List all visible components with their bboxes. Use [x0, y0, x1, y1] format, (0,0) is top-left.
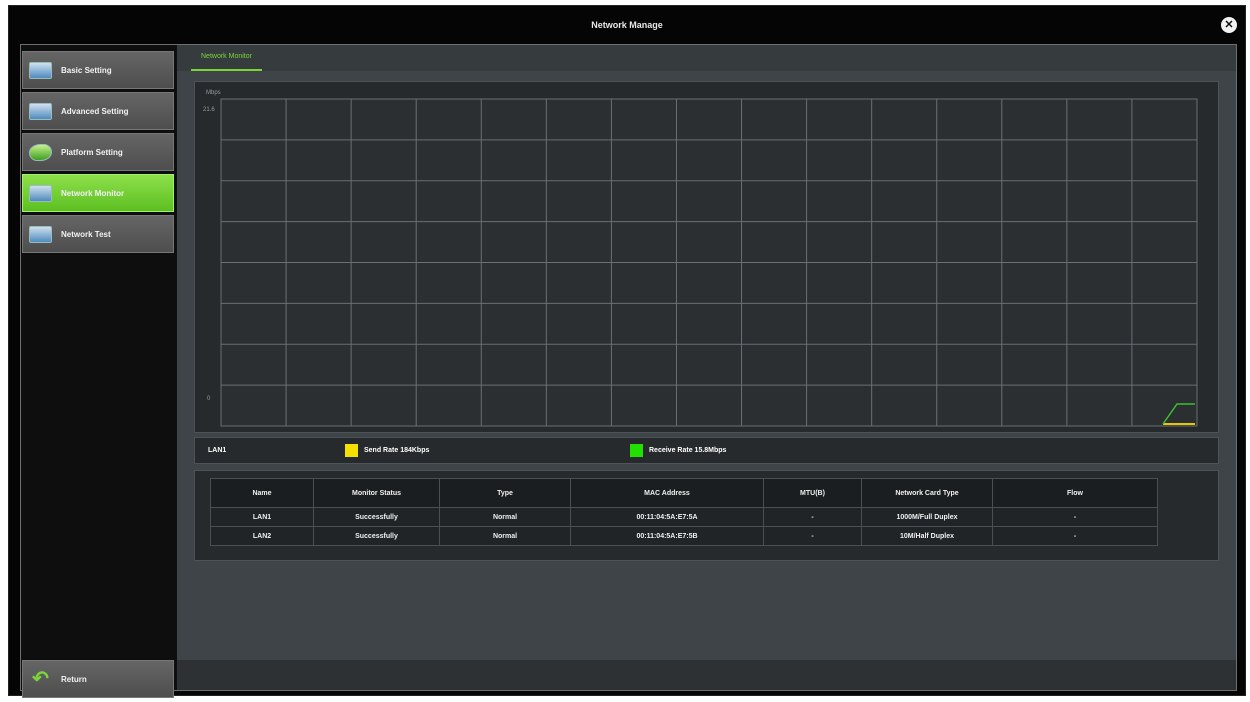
col-header-monitor-status: Monitor Status: [313, 478, 440, 508]
send-rate-label: Send Rate: [364, 447, 399, 454]
chart-svg: Mbps 21.6 0: [203, 90, 1198, 427]
receive-rate-value: 15.8Mbps: [694, 447, 727, 454]
send-rate-value: 184Kbps: [400, 447, 430, 454]
sidebar-item-label: Basic Setting: [61, 65, 112, 75]
sidebar-item-advanced-setting[interactable]: Advanced Setting: [22, 92, 174, 130]
col-header-name: Name: [210, 478, 314, 508]
cell-type: Normal: [439, 507, 571, 527]
sidebar-item-label: Network Test: [61, 229, 111, 239]
table-row[interactable]: LAN2 Successfully Normal 00:11:04:5A:E7:…: [210, 526, 1158, 546]
y-tick-label-min: 0: [207, 396, 211, 402]
content-area: Basic Setting Advanced Setting Platform …: [20, 44, 1237, 698]
chart-legend: LAN1 Send Rate 184Kbps Receive Rate 15.8…: [194, 437, 1219, 464]
bandwidth-chart: Mbps 21.6 0: [194, 81, 1219, 433]
cell-name: LAN1: [210, 507, 314, 527]
send-rate-swatch: [345, 444, 358, 457]
window-title: Network Manage: [591, 20, 663, 30]
cell-name: LAN2: [210, 526, 314, 546]
network-basic-icon: [29, 61, 52, 79]
cell-network-card-type: 10M/Half Duplex: [861, 526, 993, 546]
network-test-icon: [29, 225, 52, 243]
network-status-panel: Name Monitor Status Type MAC Address MTU…: [194, 470, 1219, 561]
return-button[interactable]: ↶ Return: [22, 660, 174, 698]
table-header-row: Name Monitor Status Type MAC Address MTU…: [210, 478, 1158, 508]
network-status-table: Name Monitor Status Type MAC Address MTU…: [210, 478, 1158, 546]
col-header-mac-address: MAC Address: [570, 478, 764, 508]
network-advanced-icon: [29, 102, 52, 120]
sidebar-item-label: Platform Setting: [61, 147, 123, 157]
cell-mac-address: 00:11:04:5A:E7:5B: [570, 526, 764, 546]
receive-rate-label: Receive Rate: [649, 447, 693, 454]
y-tick-label-max: 21.6: [203, 107, 215, 113]
col-header-type: Type: [439, 478, 571, 508]
sidebar-item-basic-setting[interactable]: Basic Setting: [22, 51, 174, 89]
cell-flow: -: [992, 526, 1158, 546]
cell-network-card-type: 1000M/Full Duplex: [861, 507, 993, 527]
y-axis-unit-label: Mbps: [206, 90, 221, 96]
col-header-mtu: MTU(B): [763, 478, 862, 508]
network-monitor-icon: [29, 184, 52, 202]
network-manage-window: Network Manage ✕ Basic Setting Advanced …: [8, 5, 1246, 698]
footer-bar: [177, 660, 1236, 690]
col-header-flow: Flow: [992, 478, 1158, 508]
cell-flow: -: [992, 507, 1158, 527]
col-header-network-card-type: Network Card Type: [861, 478, 993, 508]
cell-monitor-status: Successfully: [313, 507, 440, 527]
legend-receive-rate: Receive Rate 15.8Mbps: [630, 444, 726, 457]
tab-bar: Network Monitor: [177, 45, 1236, 71]
sidebar: Basic Setting Advanced Setting Platform …: [21, 45, 176, 698]
receive-rate-swatch: [630, 444, 643, 457]
sidebar-item-platform-setting[interactable]: Platform Setting: [22, 133, 174, 171]
cell-monitor-status: Successfully: [313, 526, 440, 546]
sidebar-item-label: Network Monitor: [61, 188, 125, 198]
platform-icon: [29, 143, 52, 161]
cell-mtu: -: [763, 507, 862, 527]
cell-mac-address: 00:11:04:5A:E7:5A: [570, 507, 764, 527]
return-arrow-icon: ↶: [32, 667, 49, 690]
sidebar-item-network-test[interactable]: Network Test: [22, 215, 174, 253]
table-row[interactable]: LAN1 Successfully Normal 00:11:04:5A:E7:…: [210, 507, 1158, 527]
legend-send-rate: Send Rate 184Kbps: [345, 444, 429, 457]
sidebar-item-network-monitor[interactable]: Network Monitor: [22, 174, 174, 212]
legend-lan-label: LAN1: [208, 447, 227, 454]
main-panel: Network Monitor Mbps 21.6 0 LAN1 Send Rate…: [177, 45, 1236, 690]
close-icon[interactable]: ✕: [1221, 17, 1237, 33]
cell-type: Normal: [439, 526, 571, 546]
cell-mtu: -: [763, 526, 862, 546]
sidebar-item-label: Advanced Setting: [61, 106, 129, 116]
return-label: Return: [61, 674, 87, 684]
tab-network-monitor[interactable]: Network Monitor: [191, 45, 262, 71]
